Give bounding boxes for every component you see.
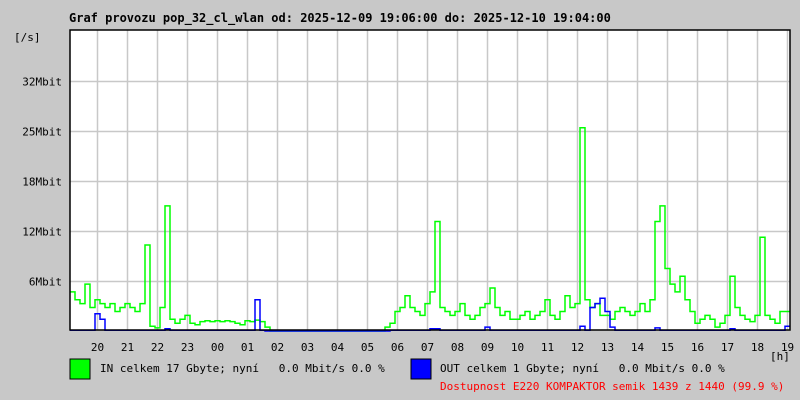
x-tick-label: 05 [361,341,374,354]
x-axis-unit: [h] [770,350,790,363]
x-tick-label: 12 [571,341,584,354]
y-tick-label: 12Mbit [22,226,62,239]
y-tick-label: 6Mbit [29,276,62,289]
x-tick-label: 22 [151,341,164,354]
x-tick-label: 16 [691,341,704,354]
x-tick-label: 02 [271,341,284,354]
y-tick-label: 18Mbit [22,176,62,189]
x-tick-label: 14 [631,341,645,354]
y-tick-label: 32Mbit [22,76,62,89]
x-tick-label: 20 [91,341,104,354]
x-tick-label: 03 [301,341,314,354]
x-tick-label: 18 [751,341,764,354]
legend-in-text: IN celkem 17 Gbyte; nyní 0.0 Mbit/s 0.0 … [100,362,385,375]
plot-area [70,30,790,330]
y-tick-labels: 6Mbit 12Mbit 18Mbit 25Mbit 32Mbit [22,76,62,289]
x-tick-label: 00 [211,341,224,354]
x-tick-label: 09 [481,341,494,354]
legend-in-swatch [69,358,91,380]
availability-text: Dostupnost E220 KOMPAKTOR semik 1439 z 1… [440,380,784,393]
x-tick-label: 17 [721,341,734,354]
x-tick-label: 06 [391,341,404,354]
x-tick-label: 08 [451,341,464,354]
x-tick-label: 10 [511,341,524,354]
x-tick-label: 11 [541,341,554,354]
y-tick-label: 25Mbit [22,126,62,139]
x-tick-label: 23 [181,341,194,354]
x-tick-label: 04 [331,341,345,354]
chart-title: Graf provozu pop_32_cl_wlan od: 2025-12-… [69,11,611,26]
legend-out-text: OUT celkem 1 Gbyte; nyní 0.0 Mbit/s 0.0 … [440,362,725,375]
traffic-chart: Graf provozu pop_32_cl_wlan od: 2025-12-… [14,11,794,393]
x-tick-label: 21 [121,341,134,354]
x-tick-label: 01 [241,341,254,354]
x-tick-label: 15 [661,341,674,354]
x-tick-label: 13 [601,341,614,354]
legend-out-swatch [410,358,432,380]
y-axis-unit: [/s] [14,31,41,44]
x-tick-labels: 20 21 22 23 00 01 02 03 04 05 06 07 08 09 10 11 12 13 14 15… [91,341,794,354]
x-tick-label: 07 [421,341,434,354]
